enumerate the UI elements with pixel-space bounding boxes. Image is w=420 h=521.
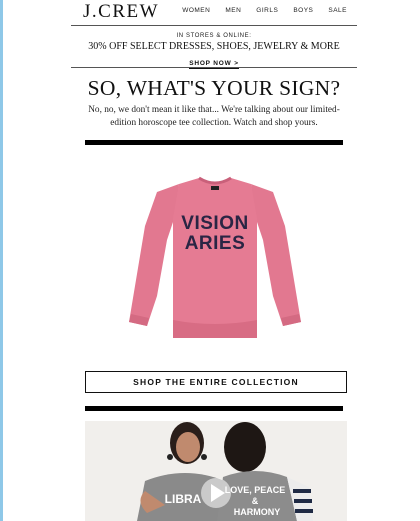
tee-print-line1: VISION bbox=[181, 213, 248, 234]
logo[interactable]: J.CREW bbox=[83, 1, 159, 23]
hero-body-text: No, no, we don't mean it like that... We… bbox=[88, 105, 340, 128]
shop-now-label: SHOP NOW bbox=[189, 60, 232, 67]
header: J.CREW WOMEN MEN GIRLS BOYS SALE bbox=[71, 0, 357, 26]
nav-item-boys[interactable]: BOYS bbox=[293, 7, 313, 14]
tee-right-text-3: HARMONY bbox=[234, 507, 281, 517]
divider-bar bbox=[85, 140, 343, 145]
chevron-right-icon: > bbox=[234, 60, 239, 67]
nav-item-sale[interactable]: SALE bbox=[328, 7, 347, 14]
page-title: SO, WHAT'S YOUR SIGN? bbox=[87, 76, 341, 100]
play-icon bbox=[201, 478, 231, 508]
nav-item-women[interactable]: WOMEN bbox=[182, 7, 210, 14]
shop-entire-collection-button[interactable]: SHOP THE ENTIRE COLLECTION bbox=[85, 371, 347, 393]
promo-banner: IN STORES & ONLINE: 30% OFF SELECT DRESS… bbox=[71, 26, 357, 69]
email-body: J.CREW WOMEN MEN GIRLS BOYS SALE IN STOR… bbox=[71, 0, 357, 521]
divider-bar bbox=[85, 406, 343, 411]
video-thumbnail[interactable]: LIBRA LOVE, PEACE & HARMONY bbox=[85, 421, 347, 521]
left-edge-rule bbox=[0, 0, 3, 521]
shop-now-link[interactable]: SHOP NOW > bbox=[189, 60, 239, 69]
promo-kicker: IN STORES & ONLINE: bbox=[176, 33, 252, 39]
nav-item-men[interactable]: MEN bbox=[225, 7, 241, 14]
top-nav: WOMEN MEN GIRLS BOYS SALE bbox=[182, 7, 347, 14]
tee-right-text-2: & bbox=[252, 496, 259, 506]
promo-headline: 30% OFF SELECT DRESSES, SHOES, JEWELRY &… bbox=[88, 41, 340, 52]
tee-print-line2: ARIES bbox=[185, 233, 246, 254]
nav-item-girls[interactable]: GIRLS bbox=[256, 7, 278, 14]
product-image-aries-tee[interactable]: VISION ARIES bbox=[127, 170, 303, 338]
tee-right-text-1: LOVE, PEACE bbox=[225, 485, 286, 495]
tee-left-text: LIBRA bbox=[165, 492, 202, 506]
